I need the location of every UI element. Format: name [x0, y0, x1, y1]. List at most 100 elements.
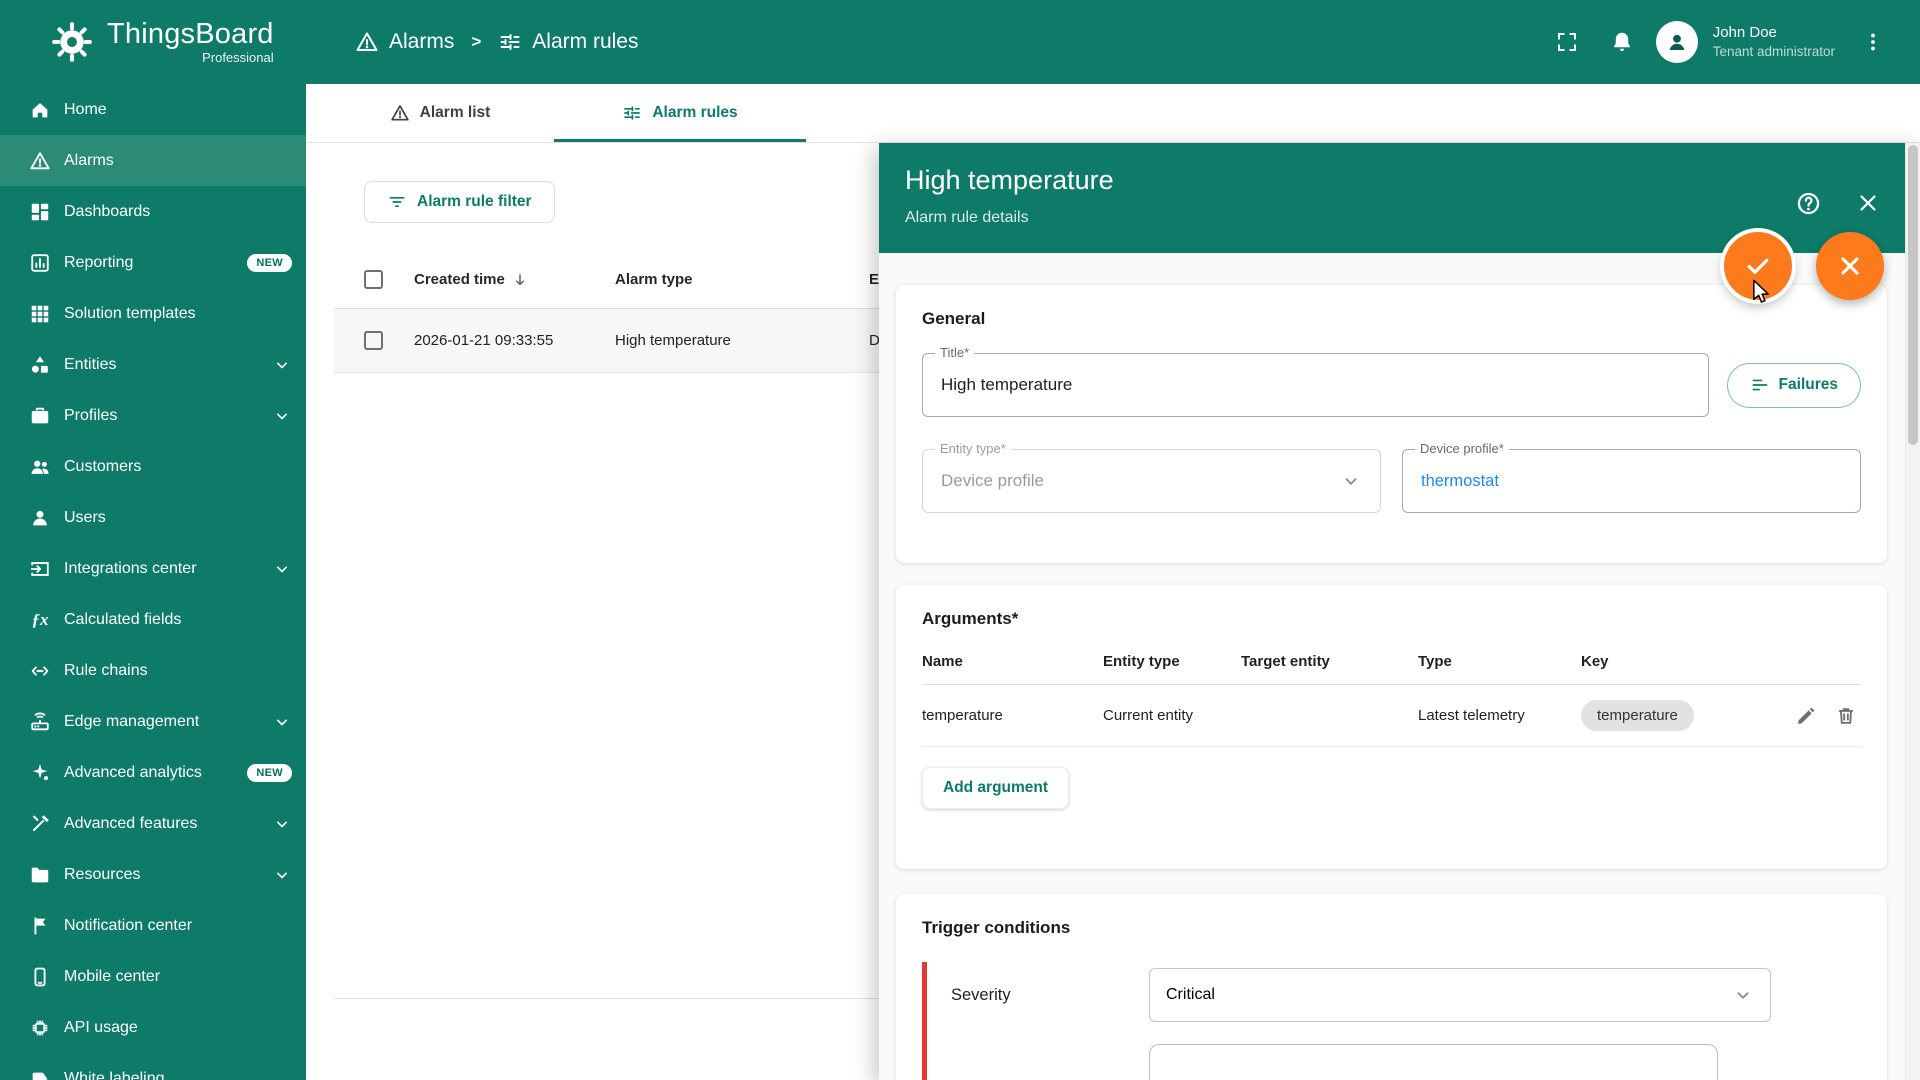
trigger-heading: Trigger conditions [922, 918, 1861, 938]
alarm-rule-filter-button[interactable]: Alarm rule filter [364, 181, 555, 223]
chevron-down-icon [272, 814, 292, 834]
warning-icon [390, 103, 410, 123]
notifications-button[interactable] [1601, 21, 1643, 63]
customers-icon [29, 456, 51, 478]
fullscreen-button[interactable] [1546, 21, 1588, 63]
new-badge: NEW [247, 764, 292, 782]
edge-router-icon [29, 711, 51, 733]
sidebar-item-notification-center[interactable]: Notification center [0, 900, 306, 951]
sort-desc-icon[interactable] [511, 271, 529, 289]
user-menu[interactable]: John Doe Tenant administrator [1713, 23, 1835, 60]
row-checkbox[interactable] [364, 331, 383, 350]
row-created-time: 2026-01-21 09:33:55 [414, 332, 553, 349]
close-icon [1836, 252, 1864, 280]
severity-select[interactable]: Critical [1149, 968, 1771, 1022]
drawer-title: High temperature [905, 165, 1920, 196]
sidebar-item-white-labeling[interactable]: White labeling [0, 1053, 306, 1080]
row-alarm-type: High temperature [615, 332, 869, 349]
brand-name: ThingsBoard [107, 19, 274, 49]
drawer-close-button[interactable] [1855, 190, 1881, 216]
chevron-down-icon [272, 406, 292, 426]
brand-logo[interactable]: ThingsBoard Professional [0, 19, 306, 64]
arguments-section: Arguments* Name Entity type Target entit… [896, 585, 1887, 869]
sidebar-item-calculated-fields[interactable]: ƒx Calculated fields [0, 594, 306, 645]
integrations-icon [29, 558, 51, 580]
users-icon [29, 507, 51, 529]
argument-entity-type: Current entity [1103, 707, 1241, 724]
breadcrumb-alarms[interactable]: Alarms [355, 30, 454, 54]
fullscreen-icon [1555, 30, 1579, 54]
column-created-time[interactable]: Created time [414, 271, 615, 289]
sidebar-item-customers[interactable]: Customers [0, 441, 306, 492]
general-section: General Title* High temperature Failures… [896, 285, 1887, 563]
sidebar-item-integrations-center[interactable]: Integrations center [0, 543, 306, 594]
chevron-down-icon [1732, 984, 1754, 1006]
sidebar-item-edge-management[interactable]: Edge management [0, 696, 306, 747]
sidebar-item-home[interactable]: Home [0, 84, 306, 135]
entity-type-label: Entity type* [935, 441, 1011, 456]
sidebar-item-advanced-analytics[interactable]: Advanced analytics NEW [0, 747, 306, 798]
chevron-down-icon [1340, 470, 1362, 492]
title-field-value: High temperature [941, 375, 1072, 395]
entity-type-select[interactable]: Entity type* Device profile [922, 449, 1381, 513]
column-alarm-type[interactable]: Alarm type [615, 271, 869, 288]
kebab-menu-button[interactable] [1852, 21, 1894, 63]
alarm-rule-details-drawer: High temperature Alarm rule details Gene… [879, 143, 1920, 1080]
sidebar-item-profiles[interactable]: Profiles [0, 390, 306, 441]
tab-alarm-list[interactable]: Alarm list [326, 84, 554, 142]
reporting-icon [29, 252, 51, 274]
failures-icon [1750, 375, 1770, 395]
sidebar-item-dashboards[interactable]: Dashboards [0, 186, 306, 237]
help-button[interactable] [1795, 190, 1822, 217]
analytics-icon [29, 762, 51, 784]
device-profile-link[interactable]: thermostat [1421, 472, 1499, 491]
scrollbar-thumb[interactable] [1908, 145, 1918, 445]
entity-type-value: Device profile [941, 471, 1044, 491]
templates-icon [29, 303, 51, 325]
sidebar-item-solution-templates[interactable]: Solution templates [0, 288, 306, 339]
user-avatar[interactable] [1656, 21, 1698, 63]
drawer-scrollbar[interactable] [1905, 143, 1920, 1080]
tab-alarm-rules[interactable]: Alarm rules [554, 84, 806, 142]
home-icon [29, 99, 51, 121]
edit-argument-button[interactable] [1795, 705, 1817, 727]
help-icon [1795, 190, 1822, 217]
sidebar-item-entities[interactable]: Entities [0, 339, 306, 390]
tools-icon [29, 813, 51, 835]
smartphone-icon [29, 966, 51, 988]
sidebar-item-rule-chains[interactable]: Rule chains [0, 645, 306, 696]
device-profile-field[interactable]: Device profile* thermostat [1402, 449, 1861, 513]
sidebar-item-mobile-center[interactable]: Mobile center [0, 951, 306, 1002]
folder-icon [29, 864, 51, 886]
trigger-condition-block: Severity Critical [922, 962, 1811, 1080]
new-badge: NEW [247, 254, 292, 272]
partial-condition-field[interactable] [1149, 1044, 1718, 1080]
entities-icon [29, 354, 51, 376]
sidebar-item-api-usage[interactable]: API usage [0, 1002, 306, 1053]
sidebar-item-alarms[interactable]: Alarms [0, 135, 306, 186]
fx-icon: ƒx [29, 609, 51, 631]
person-icon [1664, 29, 1690, 55]
trash-icon [1835, 705, 1857, 727]
apply-changes-fab[interactable] [1724, 232, 1792, 300]
sidebar-item-reporting[interactable]: Reporting NEW [0, 237, 306, 288]
brand-edition: Professional [107, 50, 274, 65]
sidebar-item-advanced-features[interactable]: Advanced features [0, 798, 306, 849]
select-all-checkbox[interactable] [364, 270, 383, 289]
failures-button[interactable]: Failures [1727, 363, 1861, 408]
breadcrumb: Alarms > Alarm rules [355, 30, 638, 54]
breadcrumb-alarm-rules[interactable]: Alarm rules [498, 30, 638, 54]
discard-changes-fab[interactable] [1816, 232, 1884, 300]
arguments-heading: Arguments* [922, 609, 1861, 629]
severity-label: Severity [951, 986, 1149, 1005]
tune-icon [498, 30, 522, 54]
title-field[interactable]: Title* High temperature [922, 353, 1709, 417]
rule-chains-icon [29, 660, 51, 682]
sidebar-item-resources[interactable]: Resources [0, 849, 306, 900]
tabs-bar: Alarm list Alarm rules [306, 84, 1920, 143]
delete-argument-button[interactable] [1835, 705, 1857, 727]
argument-row: temperature Current entity Latest teleme… [922, 685, 1861, 747]
add-argument-button[interactable]: Add argument [922, 767, 1069, 809]
filter-icon [387, 192, 407, 212]
sidebar-item-users[interactable]: Users [0, 492, 306, 543]
